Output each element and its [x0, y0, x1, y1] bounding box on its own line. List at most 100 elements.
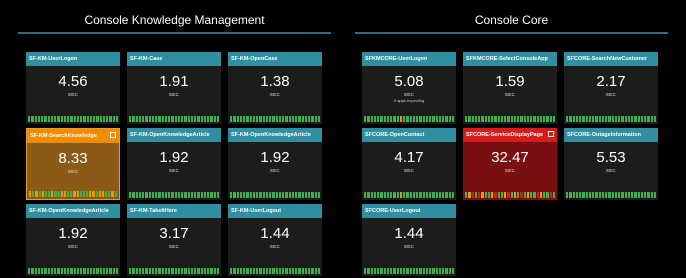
- metric-tile[interactable]: SF-KM-SearchKnowledge 8.33 SEC: [26, 128, 120, 200]
- metric-tile[interactable]: SF-KM-TakeItHere 3.17 SEC: [127, 204, 221, 276]
- status-history-segment: [311, 116, 314, 122]
- status-history-segment: [282, 116, 285, 122]
- status-history-segment: [203, 116, 206, 122]
- status-history-segment: [380, 192, 383, 198]
- status-history-segment: [435, 268, 438, 274]
- tile-value: 5.53: [596, 149, 626, 166]
- status-history-segment: [579, 192, 582, 198]
- status-history-segment: [624, 116, 627, 122]
- status-history-segment: [174, 116, 177, 122]
- metric-tile[interactable]: SFCORE-ServiceDisplayPage 32.47 SEC: [463, 128, 557, 200]
- tile-value: 1.91: [159, 73, 189, 90]
- status-history-segment: [171, 192, 174, 198]
- status-history-segment: [465, 192, 468, 198]
- status-history-segment: [304, 192, 307, 198]
- status-history-segment: [497, 192, 500, 198]
- metric-tile[interactable]: SF-KM-OpenKnowledgeArticle 1.92 SEC: [26, 204, 120, 276]
- metric-tile[interactable]: SFCORE-OutageInformation 5.53 SEC: [564, 128, 658, 200]
- status-history-segment: [168, 268, 171, 274]
- section-title-km: Console Knowledge Management: [84, 13, 265, 27]
- tile-header: SFKMCORE-SelectConsoleApp: [463, 52, 557, 66]
- status-history-bar: [28, 116, 118, 122]
- tile-value: 32.47: [491, 149, 529, 166]
- status-history-segment: [272, 192, 275, 198]
- status-history-segment: [592, 116, 595, 122]
- status-history-segment: [105, 191, 108, 197]
- metric-tile[interactable]: SF-KM-OpenKnowledgeArticle 1.92 SEC: [127, 128, 221, 200]
- metric-tile[interactable]: SFKMCORE-SelectConsoleApp 1.59 SEC: [463, 52, 557, 124]
- status-history-segment: [425, 192, 428, 198]
- status-history-segment: [233, 192, 236, 198]
- status-history-segment: [158, 192, 161, 198]
- status-history-segment: [138, 116, 141, 122]
- status-history-segment: [174, 268, 177, 274]
- status-history-segment: [367, 192, 370, 198]
- metric-tile[interactable]: SFKMCORE-UserLogon 5.08 SEC 0 apps expectin…: [362, 52, 456, 124]
- status-history-segment: [262, 268, 265, 274]
- status-history-segment: [608, 116, 611, 122]
- status-history-segment: [566, 192, 569, 198]
- status-history-segment: [504, 192, 507, 198]
- status-history-segment: [239, 268, 242, 274]
- status-history-segment: [269, 116, 272, 122]
- section-title-core: Console Core: [474, 13, 549, 27]
- status-history-segment: [60, 116, 63, 122]
- metric-tile[interactable]: SF-KM-UserLogon 4.56 SEC: [26, 52, 120, 124]
- status-history-segment: [44, 191, 48, 197]
- metric-tile[interactable]: SFCORE-OpenContact 4.17 SEC: [362, 128, 456, 200]
- status-history-bar: [129, 268, 219, 274]
- status-history-segment: [526, 116, 529, 122]
- status-history-segment: [552, 116, 555, 122]
- status-history-segment: [601, 116, 604, 122]
- status-history-segment: [216, 116, 219, 122]
- status-history-segment: [80, 116, 83, 122]
- status-history-segment: [181, 192, 184, 198]
- status-history-segment: [422, 268, 425, 274]
- status-history-segment: [442, 192, 445, 198]
- status-history-segment: [393, 268, 396, 274]
- status-history-segment: [301, 116, 304, 122]
- status-history-segment: [67, 191, 70, 197]
- tile-value: 4.56: [58, 73, 88, 90]
- metric-tile[interactable]: SF-KM-OpenKnowledgeArticle 1.92 SEC: [228, 128, 322, 200]
- expand-icon[interactable]: [548, 131, 554, 137]
- tile-value: 1.92: [260, 149, 290, 166]
- status-history-segment: [442, 268, 445, 274]
- section-divider-core: [355, 32, 668, 34]
- status-history-segment: [96, 268, 99, 274]
- expand-icon[interactable]: [110, 132, 116, 138]
- metric-tile[interactable]: SFCORE-UserLogout 1.44 SEC: [362, 204, 456, 276]
- status-history-segment: [57, 191, 60, 197]
- status-history-segment: [256, 192, 259, 198]
- status-history-segment: [526, 192, 529, 198]
- status-history-bar: [230, 192, 320, 198]
- status-history-segment: [148, 268, 151, 274]
- metric-tile[interactable]: SFCORE-SearchNewCustomer 2.17 SEC: [564, 52, 658, 124]
- tile-header: SF-KM-UserLogout: [228, 204, 322, 218]
- dashboard: Console Knowledge Management Console Cor…: [0, 0, 686, 278]
- status-history-segment: [373, 116, 376, 122]
- status-history-segment: [507, 192, 510, 198]
- status-history-segment: [478, 192, 481, 198]
- status-history-segment: [295, 268, 298, 274]
- status-history-segment: [465, 116, 468, 122]
- status-history-segment: [364, 192, 367, 198]
- metric-tile[interactable]: SF-KM-UserLogout 1.44 SEC: [228, 204, 322, 276]
- metric-tile[interactable]: SF-KM-OpenCase 1.38 SEC: [228, 52, 322, 124]
- status-history-segment: [265, 192, 268, 198]
- status-history-segment: [595, 116, 598, 122]
- status-history-segment: [28, 268, 31, 274]
- status-history-segment: [569, 192, 572, 198]
- status-history-segment: [631, 192, 634, 198]
- status-history-segment: [282, 192, 285, 198]
- status-history-segment: [409, 192, 412, 198]
- status-history-bar: [129, 192, 219, 198]
- tile-header: SF-KM-UserLogon: [26, 52, 120, 66]
- metric-tile[interactable]: SF-KM-Case 1.91 SEC: [127, 52, 221, 124]
- status-history-segment: [377, 116, 380, 122]
- status-history-segment: [416, 268, 419, 274]
- status-history-segment: [601, 192, 604, 198]
- status-history-segment: [115, 116, 118, 122]
- status-history-segment: [138, 192, 141, 198]
- status-history-segment: [422, 192, 425, 198]
